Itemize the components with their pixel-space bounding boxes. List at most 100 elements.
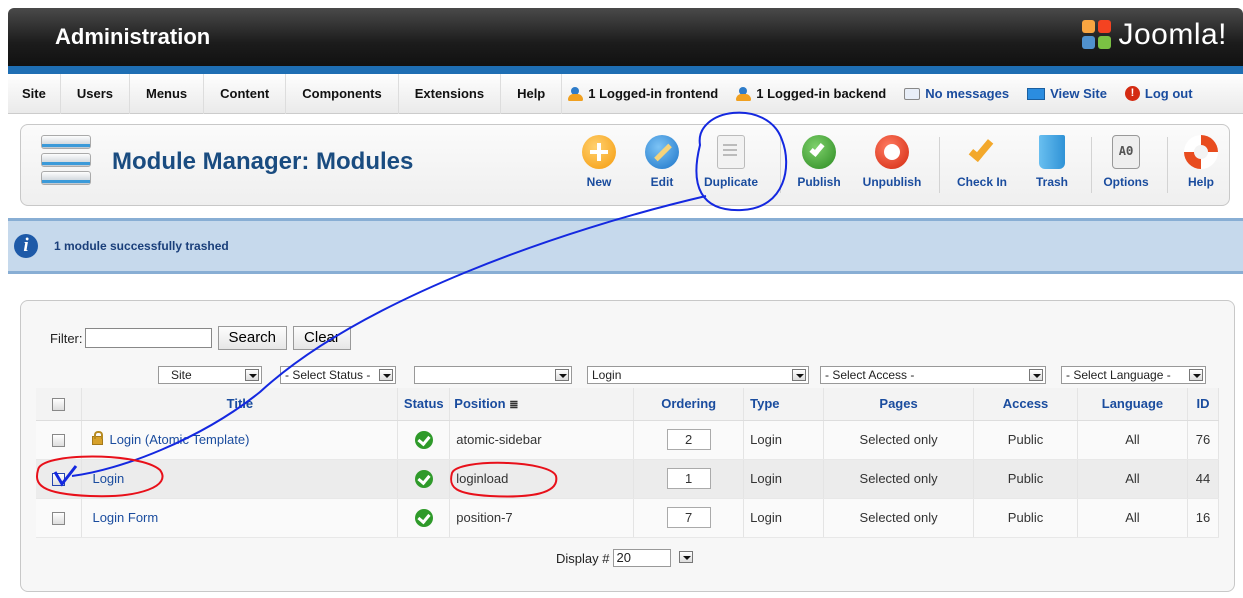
status-cell [397,459,451,499]
ordering-input[interactable]: 7 [666,507,711,528]
admin-header: Administration Joomla! [8,8,1243,66]
logged-in-frontend[interactable]: 1 Logged-in frontend [568,86,718,101]
published-check-icon[interactable] [414,430,433,449]
main-menu-bar: Site Users Menus Content Components Exte… [8,73,1243,114]
header-title[interactable]: Title [81,388,399,421]
select-language-value: - Select Language - [1066,368,1171,382]
edit-button[interactable]: Edit [627,133,697,189]
select-language[interactable]: - Select Language - [1061,366,1206,384]
joomla-logo-text: Joomla! [1118,18,1227,51]
clear-button[interactable]: Clear [293,326,351,350]
select-site[interactable]: Site [158,366,262,384]
display-limit-select[interactable]: 20 [613,549,672,567]
select-status[interactable]: - Select Status - [280,366,396,384]
menu-users[interactable]: Users [61,73,130,114]
select-status-value: - Select Status - [285,368,371,382]
filter-search-input[interactable] [84,328,212,348]
view-site-link[interactable]: View Site [1027,86,1107,101]
select-type-value: Login [592,368,622,382]
chevron-down-icon [245,369,259,381]
view-site-label: View Site [1050,86,1107,101]
menu-menus[interactable]: Menus [130,73,205,114]
row-checkbox[interactable] [52,512,66,526]
header-position-label: Position [454,396,506,412]
display-limit-value: 20 [616,550,631,565]
published-check-icon[interactable] [414,508,433,527]
envelope-icon [904,87,921,100]
publish-button[interactable]: Publish [784,133,854,189]
header-id[interactable]: ID [1187,388,1220,421]
trash-button[interactable]: Trash [1017,133,1087,189]
joomla-logo[interactable]: Joomla! [1082,18,1227,52]
help-button[interactable]: Help [1171,133,1231,189]
logout-link[interactable]: ! Log out [1124,86,1193,101]
unpublish-button[interactable]: Unpublish [857,133,927,189]
options-button[interactable]: ΑΘ Options [1091,133,1161,189]
module-title-link[interactable]: Login Form [92,510,158,525]
row-select-cell [36,459,83,499]
options-icon: ΑΘ [1112,135,1140,169]
pencil-icon [645,135,679,169]
select-position[interactable] [414,366,572,384]
menu-components[interactable]: Components [286,73,399,114]
stop-circle-icon [875,135,909,169]
lock-icon[interactable] [92,431,104,446]
checkin-button[interactable]: Check In [947,133,1017,189]
header-pages[interactable]: Pages [823,388,975,421]
type-cell: Login [743,420,825,460]
language-cell: All [1077,420,1188,460]
header-position[interactable]: Position ≣ [449,388,635,421]
module-title-link[interactable]: Login (Atomic Template) [109,432,249,447]
edit-label: Edit [650,175,674,189]
select-access-value: - Select Access - [825,368,915,382]
select-site-value: Site [171,368,192,382]
trash-icon [1039,135,1065,169]
header-status[interactable]: Status [397,388,451,421]
chevron-down-icon [792,369,806,381]
module-title-link[interactable]: Login [92,471,124,486]
header-type[interactable]: Type [743,388,825,421]
table-row: Login (Atomic Template) atomic-sidebar 2… [36,420,1220,460]
duplicate-button[interactable]: Duplicate [696,133,766,189]
menu-extensions[interactable]: Extensions [399,73,502,114]
header-access[interactable]: Access [973,388,1078,421]
new-button[interactable]: New [564,133,634,189]
logged-in-backend[interactable]: 1 Logged-in backend [736,86,886,101]
pagination-display: Display # 20 [556,549,694,567]
ordering-cell: 7 [633,498,745,538]
logged-in-backend-label: 1 Logged-in backend [756,86,887,101]
select-type[interactable]: Login [587,366,809,384]
header-ordering[interactable]: Ordering [633,388,745,421]
select-all-cell [36,388,83,421]
lifebuoy-icon [1184,135,1218,169]
menu-site[interactable]: Site [8,73,61,114]
search-button[interactable]: Search [217,326,288,350]
pages-cell: Selected only [823,420,975,460]
monitor-icon [1027,87,1046,100]
id-cell: 44 [1187,459,1220,499]
access-cell: Public [973,498,1078,538]
chevron-down-icon [1189,369,1203,381]
user-icon [736,86,752,101]
messages-link[interactable]: No messages [904,86,1009,101]
type-cell: Login [743,498,825,538]
menu-help[interactable]: Help [501,73,563,114]
sort-icon: ≣ [509,399,519,412]
ordering-input[interactable]: 2 [666,429,711,450]
menu-content[interactable]: Content [204,73,287,114]
select-access[interactable]: - Select Access - [820,366,1046,384]
row-select-cell [36,420,83,460]
ordering-input[interactable]: 1 [666,468,711,489]
messages-label: No messages [925,86,1010,101]
row-checkbox-checked[interactable] [52,473,66,487]
message-text: 1 module successfully trashed [54,239,229,253]
trash-label: Trash [1035,175,1068,189]
publish-label: Publish [797,175,841,189]
display-dropdown[interactable] [675,549,694,567]
access-cell: Public [973,459,1078,499]
info-icon: i [14,234,38,258]
header-language[interactable]: Language [1077,388,1188,421]
select-all-checkbox[interactable] [52,398,66,412]
published-check-icon[interactable] [414,469,433,488]
row-checkbox[interactable] [52,434,66,448]
